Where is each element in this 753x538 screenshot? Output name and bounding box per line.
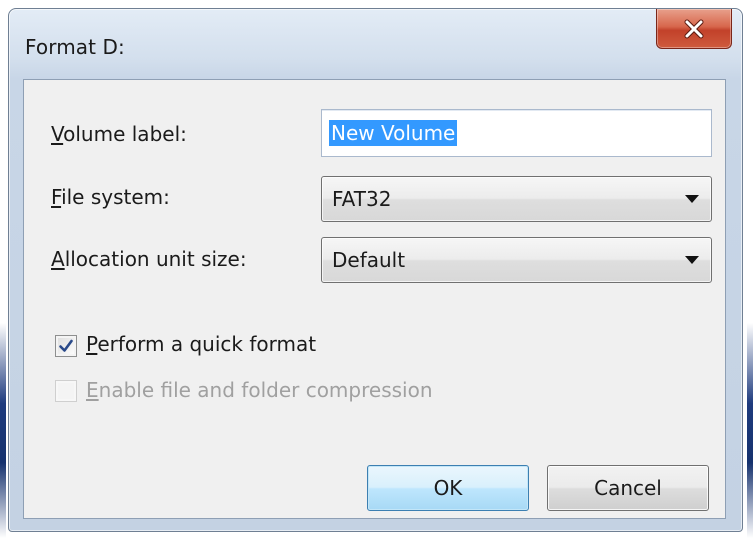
desktop-background-left (0, 0, 6, 538)
file-system-caption: File system: (51, 185, 170, 209)
format-dialog: Format D: Volume label: New Volume File … (8, 8, 743, 532)
volume-label-value: New Volume (329, 120, 458, 146)
ok-button[interactable]: OK (367, 465, 529, 511)
dialog-body: Volume label: New Volume File system: FA… (23, 79, 726, 519)
screen: Format D: Volume label: New Volume File … (0, 0, 753, 538)
cancel-button[interactable]: Cancel (547, 465, 709, 511)
volume-label-caption: Volume label: (51, 122, 187, 146)
close-button[interactable] (656, 9, 732, 49)
quick-format-label[interactable]: Perform a quick format (86, 332, 316, 356)
checkmark-icon (59, 339, 73, 352)
allocation-unit-size-value: Default (332, 248, 406, 272)
volume-label-input[interactable]: New Volume (321, 109, 712, 157)
desktop-background-right (747, 0, 753, 538)
allocation-unit-size-text: llocation unit size: (64, 247, 247, 271)
compression-label: Enable file and folder compression (86, 378, 433, 402)
chevron-down-icon[interactable] (685, 195, 699, 203)
compression-mnemonic: E (86, 378, 99, 402)
chevron-down-icon[interactable] (685, 256, 699, 264)
file-system-mnemonic: F (51, 185, 62, 209)
file-system-dropdown[interactable]: FAT32 (321, 176, 712, 222)
quick-format-checkbox[interactable] (55, 335, 77, 357)
allocation-unit-size-caption: Allocation unit size: (51, 247, 247, 271)
allocation-unit-size-dropdown[interactable]: Default (321, 237, 712, 283)
file-system-text: ile system: (61, 185, 170, 209)
quick-format-text: erform a quick format (97, 332, 317, 356)
dialog-title: Format D: (25, 35, 125, 59)
title-bar[interactable]: Format D: (9, 9, 742, 79)
allocation-unit-size-mnemonic: A (51, 247, 65, 271)
quick-format-mnemonic: P (86, 332, 98, 356)
volume-label-mnemonic: V (51, 122, 64, 146)
close-icon (684, 19, 704, 38)
file-system-value: FAT32 (332, 187, 392, 211)
volume-label-text: olume label: (63, 122, 187, 146)
compression-text: nable file and folder compression (98, 378, 433, 402)
compression-checkbox[interactable] (55, 380, 77, 402)
